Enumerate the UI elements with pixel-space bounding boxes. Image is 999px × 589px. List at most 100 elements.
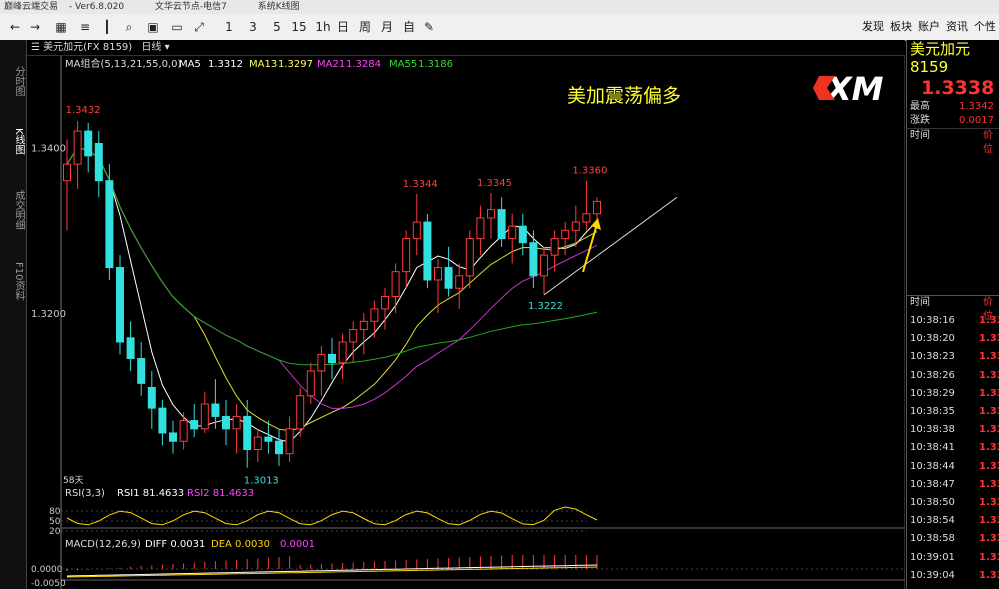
period-button[interactable]: 1 — [220, 14, 238, 40]
list-icon[interactable]: ≡ — [76, 14, 94, 40]
tick-row: 10:38:20 1.3338 — [910, 330, 999, 348]
period-button[interactable]: 15 — [290, 14, 308, 40]
candle-body — [338, 341, 347, 364]
macd-diff: DIFF 0.0031 — [145, 539, 205, 550]
trend-line — [543, 196, 678, 296]
draw-icon[interactable]: ✎ — [420, 14, 438, 40]
candle-body — [296, 395, 305, 430]
time-col-header: 时间 — [910, 130, 930, 141]
ma55-line — [66, 147, 598, 366]
period-button[interactable]: 1h — [314, 14, 332, 40]
tick-time: 10:39:01 — [910, 551, 955, 563]
candle-body — [232, 415, 241, 430]
period-button[interactable]: 3 — [244, 14, 262, 40]
tick-time: 10:38:26 — [910, 369, 955, 381]
quote-code: 8159 — [910, 58, 949, 76]
candlestick-icon[interactable]: ┃ — [98, 14, 116, 40]
period-button[interactable]: 周 — [356, 14, 374, 40]
app-title: 巅峰云端交易 — [4, 2, 59, 12]
forward-icon[interactable]: → — [26, 14, 44, 40]
tick-price: 1.3338 — [979, 369, 999, 381]
tab-f10[interactable]: F10资料 — [2, 262, 24, 300]
tick-row: 10:39:01 1.3338 — [910, 549, 999, 567]
back-icon[interactable]: ← — [6, 14, 24, 40]
candle-body — [317, 353, 326, 372]
period-button[interactable]: 5 — [268, 14, 286, 40]
toolbar-personal[interactable]: 个性化 — [974, 14, 999, 59]
tick-row: 10:39:04 1.3338 — [910, 567, 999, 585]
period-button[interactable]: 自 — [400, 14, 418, 40]
candle-body — [370, 308, 379, 322]
price-label: 1.3345 — [477, 178, 512, 189]
tick-time: 10:38:50 — [910, 497, 955, 508]
tick-price: 1.3338 — [979, 551, 999, 563]
ma-ma55-name: MA55 — [389, 59, 417, 70]
tick-row: 10:38:16 1.3338 — [910, 312, 999, 330]
arrow-shaft — [582, 223, 598, 273]
chart-area[interactable]: ☰ 美元加元(FX 8159) 日线 ▾ MA组合(5,13,21,55,0,0… — [27, 40, 905, 589]
period-button[interactable]: 日 — [334, 14, 352, 40]
search-icon[interactable]: ⌕ — [120, 14, 138, 40]
toolbar-account[interactable]: 账户 — [918, 14, 940, 40]
candle-body — [306, 370, 315, 397]
rsi-tick-label: 20 — [49, 527, 61, 537]
ma-ma55-value: 1.3186 — [418, 59, 453, 70]
tick-time: 10:39:04 — [910, 569, 955, 581]
macd-value: 0.0001 — [280, 539, 315, 550]
candle-body — [359, 320, 368, 331]
tab-kline[interactable]: K线图 — [2, 128, 24, 155]
days-label: 58天 — [63, 476, 83, 486]
candle-body — [137, 358, 146, 384]
candle-body — [508, 225, 517, 240]
tab-timeshare[interactable]: 分时图 — [2, 66, 24, 96]
tick-price: 1.3338 — [979, 333, 999, 345]
candle-body — [73, 130, 82, 165]
toolbar-sector[interactable]: 板块 — [890, 14, 912, 40]
layout-icon[interactable]: ▭ — [168, 14, 186, 40]
candle-body — [105, 180, 114, 269]
tick-price: 1.3338 — [979, 424, 999, 436]
tick-row: 10:38:23 1.3338 — [910, 348, 999, 366]
toolbar-news[interactable]: 资讯 — [946, 14, 968, 40]
tick-row: 10:38:29 1.3338 — [910, 385, 999, 403]
change-value: 0.0017 — [959, 115, 994, 126]
period-button[interactable]: 月 — [378, 14, 396, 40]
candle-body — [550, 238, 559, 256]
candle-body — [84, 130, 93, 157]
rsi2-value: RSI2 81.4633 — [187, 488, 254, 499]
candle-body — [264, 436, 273, 442]
candle-body — [211, 403, 220, 417]
tick-price: 1.3338 — [979, 533, 999, 545]
y-tick-label: 1.3200 — [31, 309, 66, 320]
tick-time: 10:38:41 — [910, 442, 955, 454]
grid-menu-icon[interactable]: ▦ — [52, 14, 70, 40]
server-label: 文华云节点-电信7 — [154, 2, 227, 12]
tick-time: 10:38:58 — [910, 533, 955, 545]
price-col-header: 价位 — [983, 130, 993, 155]
candlestick-chart[interactable]: MA组合(5,13,21,55,0,0)MA5 1.3312 MA13 1.3297 M… — [27, 40, 905, 589]
candle-body — [476, 217, 485, 240]
high-label: 最高 — [910, 101, 930, 112]
ma-ma13-name: MA13 — [249, 59, 277, 70]
tick-col-header: 时间 价位 — [907, 296, 999, 322]
tab-trades[interactable]: 成交明细 — [2, 190, 24, 230]
tick-price: 1.3338 — [979, 315, 999, 326]
candle-body — [190, 420, 199, 430]
save-icon[interactable]: ▣ — [144, 14, 162, 40]
macd-label: MACD(12,26,9) — [65, 539, 141, 550]
ma-ma5-value: 1.3312 — [208, 59, 243, 70]
candle-body — [116, 267, 124, 343]
tick-time: 10:38:23 — [910, 351, 955, 363]
candle-body — [423, 221, 432, 281]
tick-row: 10:38:35 1.3338 — [910, 403, 999, 421]
link-icon[interactable]: ⤢ — [190, 14, 208, 40]
candle-body — [243, 415, 252, 451]
candle-body — [412, 221, 421, 240]
ma-ma13-value: 1.3297 — [278, 59, 313, 70]
toolbar-discover[interactable]: 发现 — [862, 14, 884, 40]
candle-body — [179, 420, 188, 442]
quote-name: 美元加元 — [910, 40, 971, 58]
quote-title: 美元加元 8159 — [907, 40, 999, 76]
price-label: 1.3344 — [403, 179, 438, 190]
tick-row: 10:38:47 1.3338 — [910, 476, 999, 494]
